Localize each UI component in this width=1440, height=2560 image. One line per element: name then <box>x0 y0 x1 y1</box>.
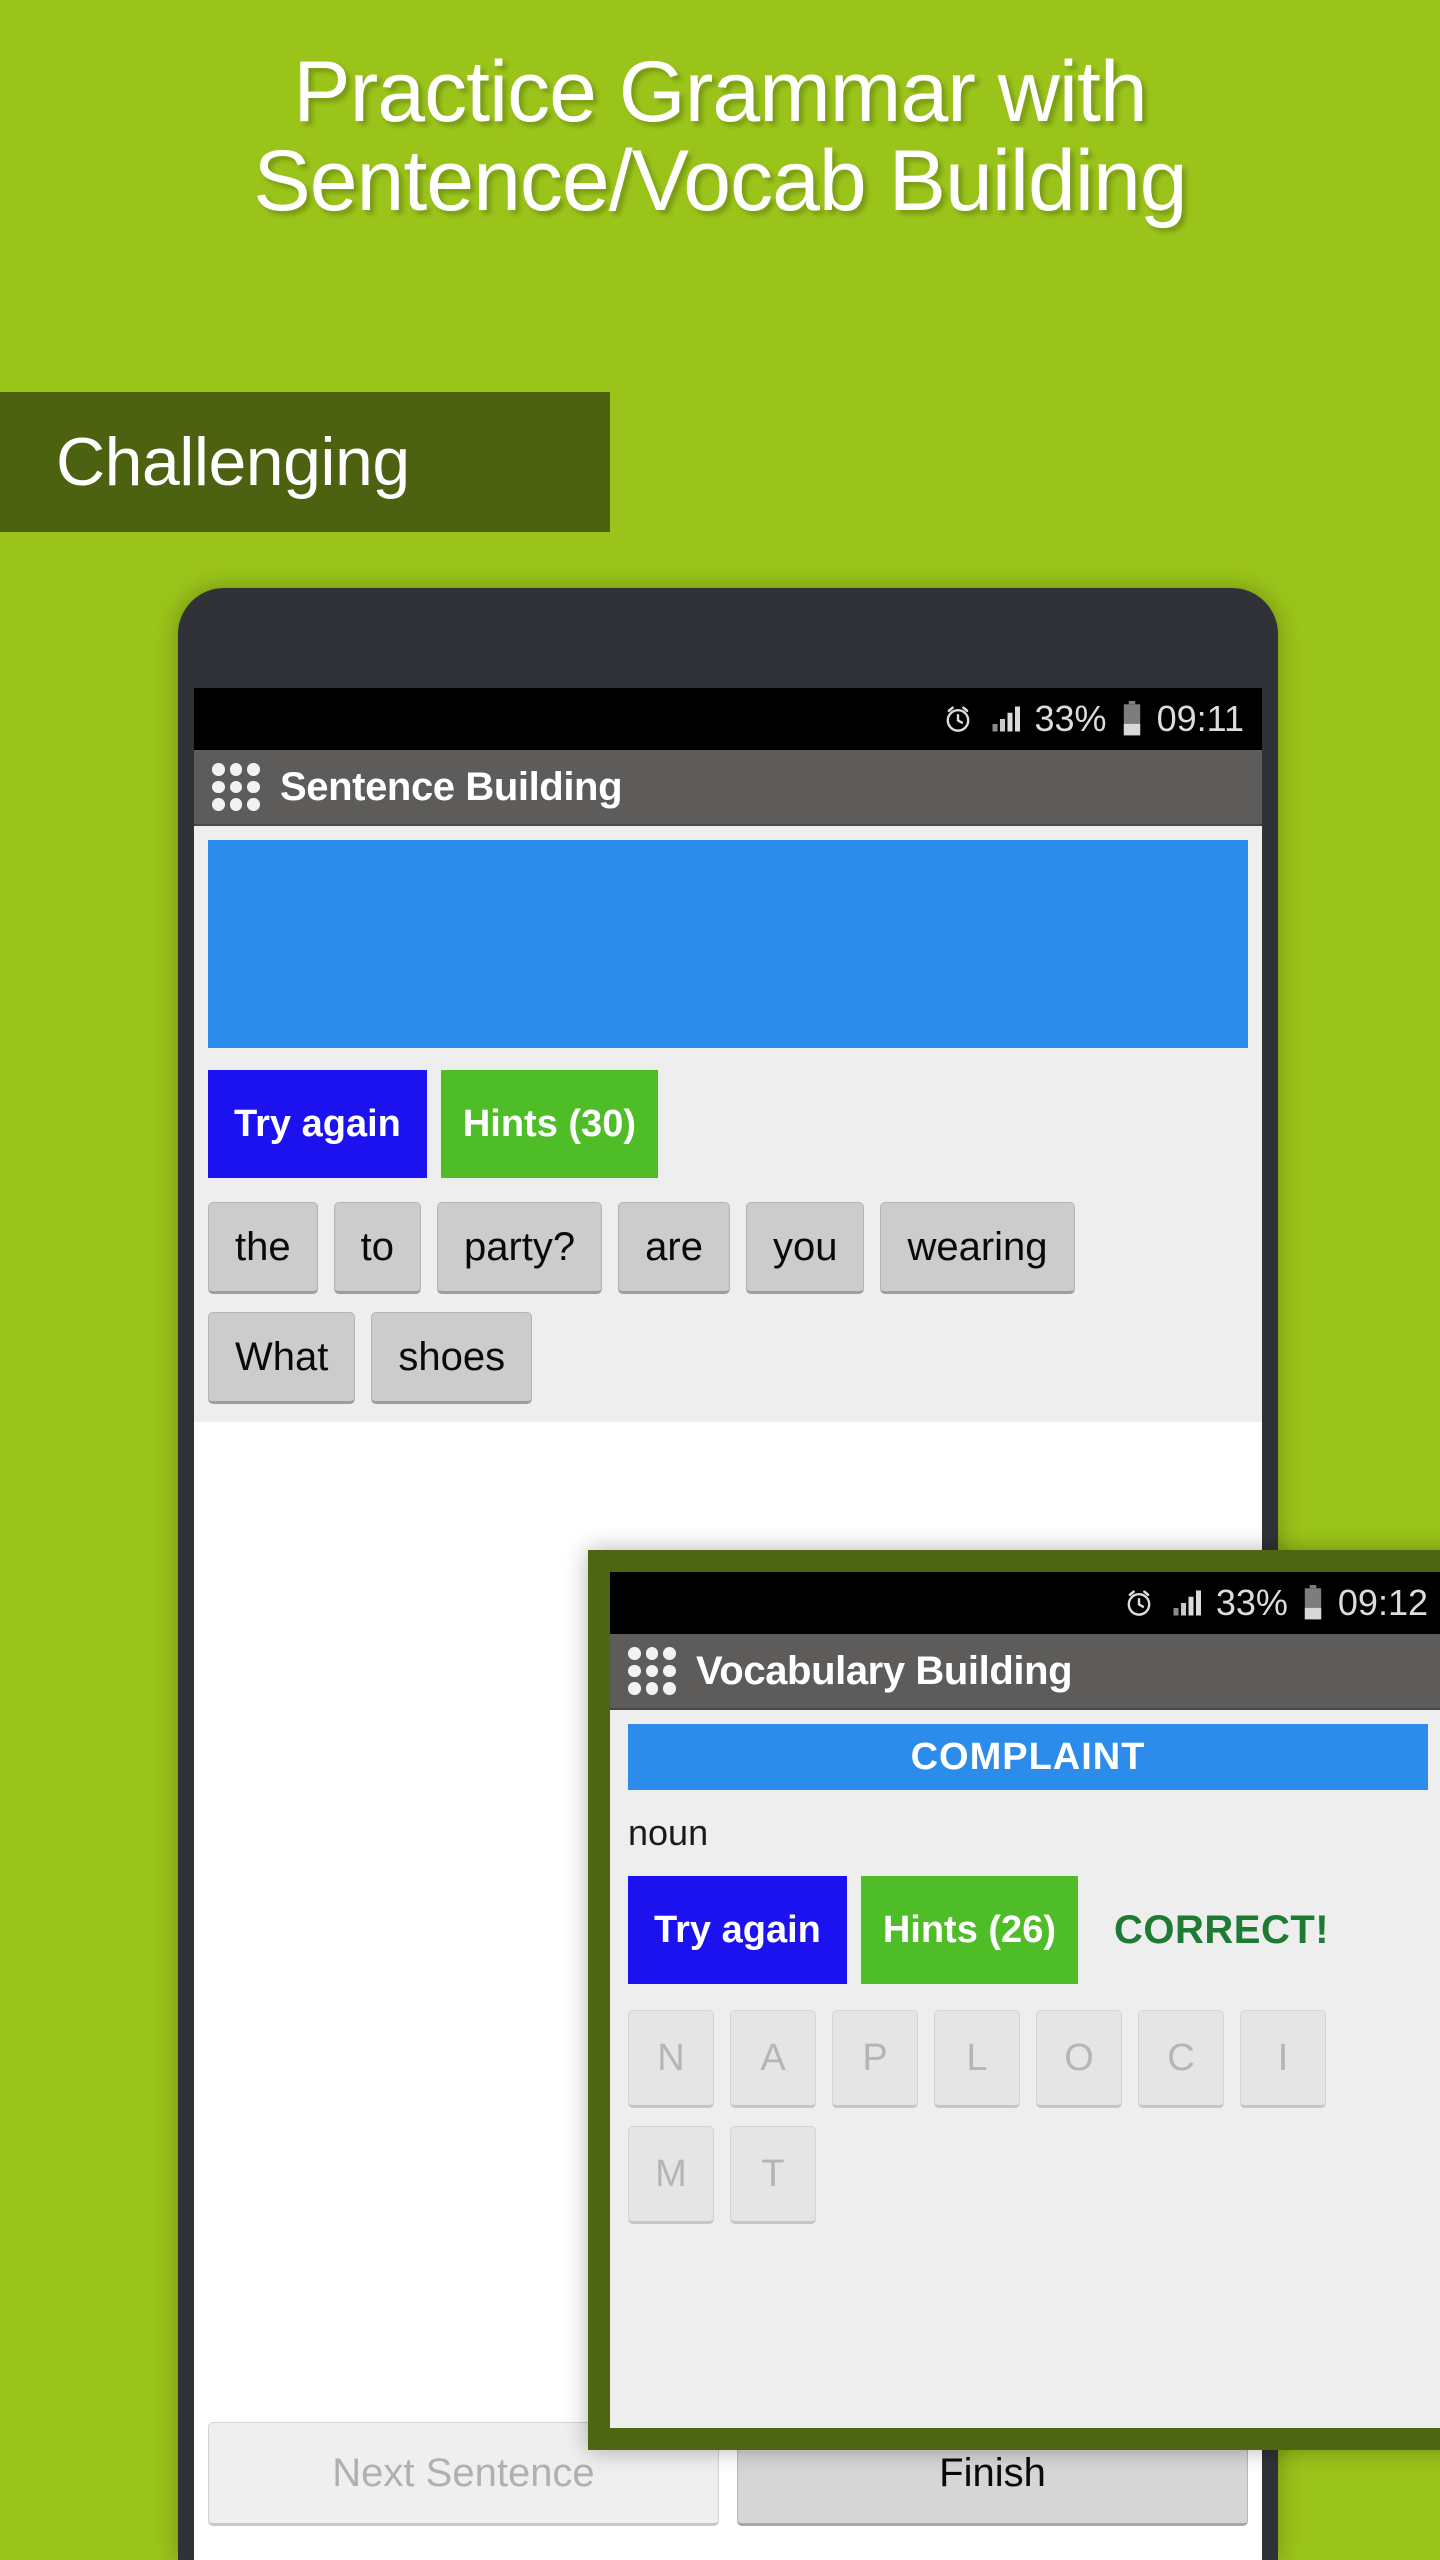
target-word-banner: COMPLAINT <box>628 1724 1428 1790</box>
word-tile-list: the to party? are you wearing What shoes <box>208 1202 1248 1422</box>
headline-line-2: Sentence/Vocab Building <box>253 133 1187 230</box>
action-button-row-2: Try again Hints (26) CORRECT! <box>628 1876 1428 1984</box>
word-tile[interactable]: the <box>208 1202 318 1294</box>
word-tile[interactable]: are <box>618 1202 730 1294</box>
letter-tile[interactable]: T <box>730 2126 816 2224</box>
phone-mockup-vocabulary-building: 33% 09:12 Vocabulary Building COMPLAINT … <box>588 1550 1440 2450</box>
try-again-button[interactable]: Try again <box>628 1876 847 1984</box>
try-again-button[interactable]: Try again <box>208 1070 427 1178</box>
battery-icon <box>1302 1585 1324 1621</box>
alarm-clock-icon <box>941 702 975 736</box>
battery-percent-label: 33% <box>1215 1582 1288 1623</box>
sentence-answer-area[interactable] <box>208 840 1248 1048</box>
part-of-speech-label: noun <box>628 1812 709 1853</box>
app-bar: Sentence Building <box>194 750 1262 826</box>
challenging-label: Challenging <box>56 424 410 500</box>
status-bar-2: 33% 09:12 <box>610 1572 1440 1634</box>
signal-bars-icon <box>989 704 1021 734</box>
dot-grid-icon[interactable] <box>628 1647 676 1695</box>
dot-grid-icon[interactable] <box>212 763 260 811</box>
app-bar-2: Vocabulary Building <box>610 1634 1440 1710</box>
word-tile[interactable]: shoes <box>371 1312 533 1404</box>
clock-time-label: 09:11 <box>1156 698 1244 739</box>
letter-tile[interactable]: O <box>1036 2010 1122 2108</box>
letter-tile[interactable]: I <box>1240 2010 1326 2108</box>
letter-tile[interactable]: A <box>730 2010 816 2108</box>
sentence-building-body: Try again Hints (30) the to party? are you we… <box>194 826 1262 1422</box>
hints-button[interactable]: Hints (30) <box>440 1070 658 1178</box>
alarm-clock-icon <box>1122 1586 1156 1620</box>
status-bar: 33% 09:11 <box>194 688 1262 750</box>
letter-tile[interactable]: L <box>934 2010 1020 2108</box>
word-tile[interactable]: party? <box>436 1202 603 1294</box>
letter-tile[interactable]: N <box>628 2010 714 2108</box>
status-badge: CORRECT! <box>1113 1907 1330 1952</box>
letter-tile-list: NAPLOCI MT <box>628 2010 1428 2242</box>
letter-tile[interactable]: M <box>628 2126 714 2224</box>
letter-tile[interactable]: P <box>832 2010 918 2108</box>
vocabulary-building-body: COMPLAINT noun Try again Hints (26) CORR… <box>610 1710 1440 2242</box>
clock-time-label: 09:12 <box>1337 1582 1428 1623</box>
battery-percent-label: 33% <box>1034 698 1107 739</box>
word-tile[interactable]: you <box>745 1202 865 1294</box>
app-title: Vocabulary Building <box>696 1648 1073 1693</box>
word-tile[interactable]: to <box>333 1202 421 1294</box>
signal-bars-icon <box>1170 1588 1202 1618</box>
challenging-banner: Challenging <box>0 392 610 532</box>
word-tile[interactable]: wearing <box>880 1202 1075 1294</box>
battery-icon <box>1121 701 1143 737</box>
action-button-row: Try again Hints (30) <box>208 1070 1248 1178</box>
app-title: Sentence Building <box>280 764 623 809</box>
page-title: Practice Grammar with Sentence/Vocab Bui… <box>0 44 1440 230</box>
headline-line-1: Practice Grammar with <box>293 44 1148 140</box>
phone-two-screen: 33% 09:12 Vocabulary Building COMPLAINT … <box>610 1572 1440 2428</box>
hints-button[interactable]: Hints (26) <box>860 1876 1078 1984</box>
letter-tile[interactable]: C <box>1138 2010 1224 2108</box>
word-tile[interactable]: What <box>208 1312 356 1404</box>
